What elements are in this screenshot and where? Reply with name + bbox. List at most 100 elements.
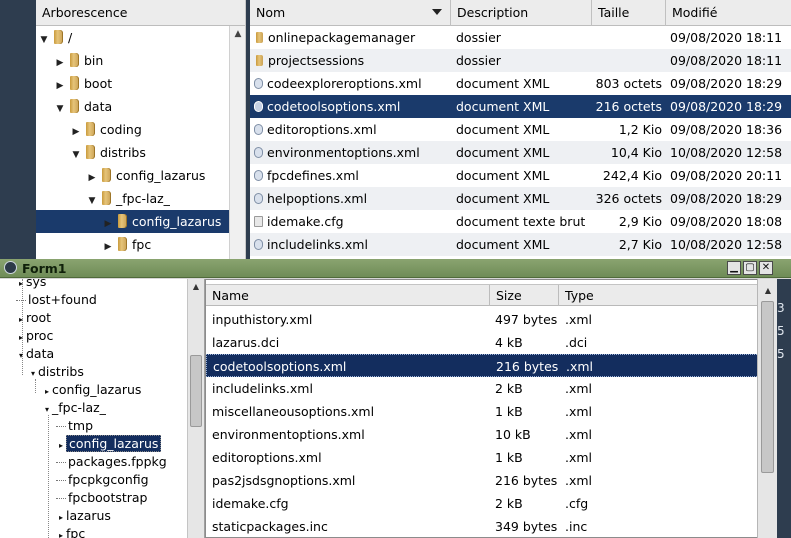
bg-file-name: onlinepackagemanager [268,30,416,45]
scroll-up-icon[interactable]: ▲ [758,283,778,299]
app-icon[interactable] [4,261,17,274]
file-row[interactable]: inputhistory.xml 497 bytes .xml [206,308,761,331]
scroll-up-icon[interactable]: ▲ [188,279,204,295]
bg-file-row[interactable]: codetoolsoptions.xml document XML 216 octe… [250,95,791,118]
tree-connector [16,300,26,301]
bg-tree-item[interactable]: ▶ bin [36,49,230,72]
bg-tree-item[interactable]: ▼ _fpc-laz_ [36,187,230,210]
maximize-button[interactable]: ▢ [743,261,757,275]
scrollbar-thumb[interactable] [190,355,202,427]
bg-file-row[interactable]: onlinepackagemanager dossier 09/08/2020 18… [250,26,791,49]
bg-cell-description: document XML [456,122,550,137]
bg-file-name: idemake.cfg [267,214,344,229]
tree-scrollbar[interactable]: ▲ [187,279,204,538]
tree-item[interactable]: ▸ root [16,309,51,327]
tree-item-label: fpc [66,526,86,538]
tree-item[interactable]: fpcbootstrap [56,489,148,507]
scroll-up-icon[interactable]: ▲ [230,26,245,42]
tree-item[interactable]: ▸ config_lazarus [42,381,141,399]
list-scrollbar[interactable]: ▲ [757,279,777,538]
bg-tree-item[interactable]: ▼ distribs [36,141,230,164]
tree-item[interactable]: lost+found [16,291,97,309]
file-row[interactable]: includelinks.xml 2 kB .xml [206,377,761,400]
tree-item-label: data [26,346,55,361]
file-row[interactable]: miscellaneousoptions.xml 1 kB .xml [206,400,761,423]
minimize-button[interactable]: ▁ [727,261,741,275]
bg-file-row[interactable]: fpcdefines.xml document XML 242,4 Kio 09/08… [250,164,791,187]
chevron-right-icon[interactable]: ▶ [102,236,114,259]
bg-file-row[interactable]: projectsessions dossier 09/08/2020 18:11 [250,49,791,72]
file-row[interactable]: lazarus.dci 4 kB .dci [206,331,761,354]
bg-tree-item[interactable]: ▶ config_lazarus [36,210,230,233]
tree-item-label: tmp [68,418,94,433]
bg-cell-size: 10,4 Kio [610,145,662,160]
tree-item[interactable]: ▸ config_lazarus [56,435,162,453]
tree-item[interactable]: packages.fppkg [56,453,167,471]
close-button[interactable]: ✕ [759,261,773,275]
bg-cell-size: 242,4 Kio [602,168,662,183]
tree-item-label: config_lazarus [66,435,162,452]
col-name[interactable]: Name [206,285,490,306]
tree-item[interactable]: tmp [56,417,93,435]
tree-item-label: root [26,310,52,325]
tree-guide-line [48,415,49,538]
bg-file-row[interactable]: idemake.cfg document texte brut 2,9 Kio 09/… [250,210,791,233]
bg-tree-item-label: boot [84,76,113,91]
file-row[interactable]: staticpackages.inc 349 bytes .inc [206,515,761,537]
tree-item[interactable]: ▾ _fpc-laz_ [42,399,106,417]
bg-col-modified[interactable]: Modifié [666,0,791,26]
bg-col-name[interactable]: Nom [250,0,451,26]
file-row[interactable]: idemake.cfg 2 kB .cfg [206,492,761,515]
bg-tree-scrollbar[interactable]: ▲ [229,26,245,260]
tree-item[interactable]: ▾ distribs [28,363,84,381]
cell-name: miscellaneousoptions.xml [212,404,375,419]
bg-file-name: codetoolsoptions.xml [267,99,401,114]
bg-col-description[interactable]: Description [451,0,592,26]
bg-cell-description: dossier [456,30,501,45]
bg-cell-description: document XML [456,145,550,160]
bg-tree-item[interactable]: ▶ coding [36,118,230,141]
bg-tree-item-label: / [68,30,73,45]
tree-item[interactable]: ▸ proc [16,327,53,345]
title-bar[interactable]: Form1 ▁ ▢ ✕ [0,259,791,278]
bg-file-row[interactable]: helpoptions.xml document XML 326 octets 09/… [250,187,791,210]
tree-item[interactable]: ▾ data [16,345,54,363]
bg-tree-item[interactable]: ▶ config_lazarus [36,164,230,187]
folder-icon [256,32,263,43]
chevron-down-icon[interactable]: ▾ [28,365,38,383]
folder-icon [102,191,111,205]
bg-file-row[interactable]: includelinks.xml document XML 2,7 Kio 10/08… [250,233,791,256]
bg-cell-name: helpoptions.xml [254,187,450,210]
file-row[interactable]: codetoolsoptions.xml 216 bytes .xml [206,354,761,377]
bg-file-row[interactable]: editoroptions.xml document XML 1,2 Kio 09/0… [250,118,791,141]
bg-tree-item[interactable]: ▶ fpc [36,233,230,256]
col-size[interactable]: Size [490,285,559,306]
bg-tree-item[interactable]: ▶ boot [36,72,230,95]
chevron-down-icon[interactable]: ▾ [16,347,26,365]
bg-tree-item[interactable]: ▼ / [36,26,230,49]
cell-size: 10 kB [495,427,531,442]
scrollbar-thumb[interactable] [761,301,774,473]
bg-cell-size: 2,7 Kio [618,237,662,252]
bg-file-row[interactable]: environmentoptions.xml document XML 10,4 K… [250,141,791,164]
chevron-right-icon[interactable]: ▸ [56,527,66,538]
chevron-down-icon[interactable]: ▾ [42,401,52,419]
bg-cell-name: projectsessions [254,49,450,72]
bg-file-row[interactable]: codeexploreroptions.xml document XML 803 o… [250,72,791,95]
bg-col-size[interactable]: Taille [592,0,666,26]
bg-tree-item[interactable]: ▼ data [36,95,230,118]
xml-file-icon [254,147,263,158]
file-row[interactable]: environmentoptions.xml 10 kB .xml [206,423,761,446]
file-row[interactable]: pas2jsdsgnoptions.xml 216 bytes .xml [206,469,761,492]
bg-cell-modified: 10/08/2020 12:58 [670,237,783,252]
tree-item[interactable]: ▸ fpc [56,525,85,538]
window-title: Form1 [22,261,67,276]
file-row[interactable]: editoroptions.xml 1 kB .xml [206,446,761,469]
bg-cell-size: 1,2 Kio [618,122,662,137]
tree-item[interactable]: ▸ lazarus [56,507,111,525]
tree-item[interactable]: ▸ sys [16,279,46,291]
bg-tree-header[interactable]: Arborescence [36,0,245,26]
tree-item[interactable]: fpcpkgconfig [56,471,149,489]
cell-type: .xml [565,473,593,488]
col-type[interactable]: Type [559,285,764,306]
